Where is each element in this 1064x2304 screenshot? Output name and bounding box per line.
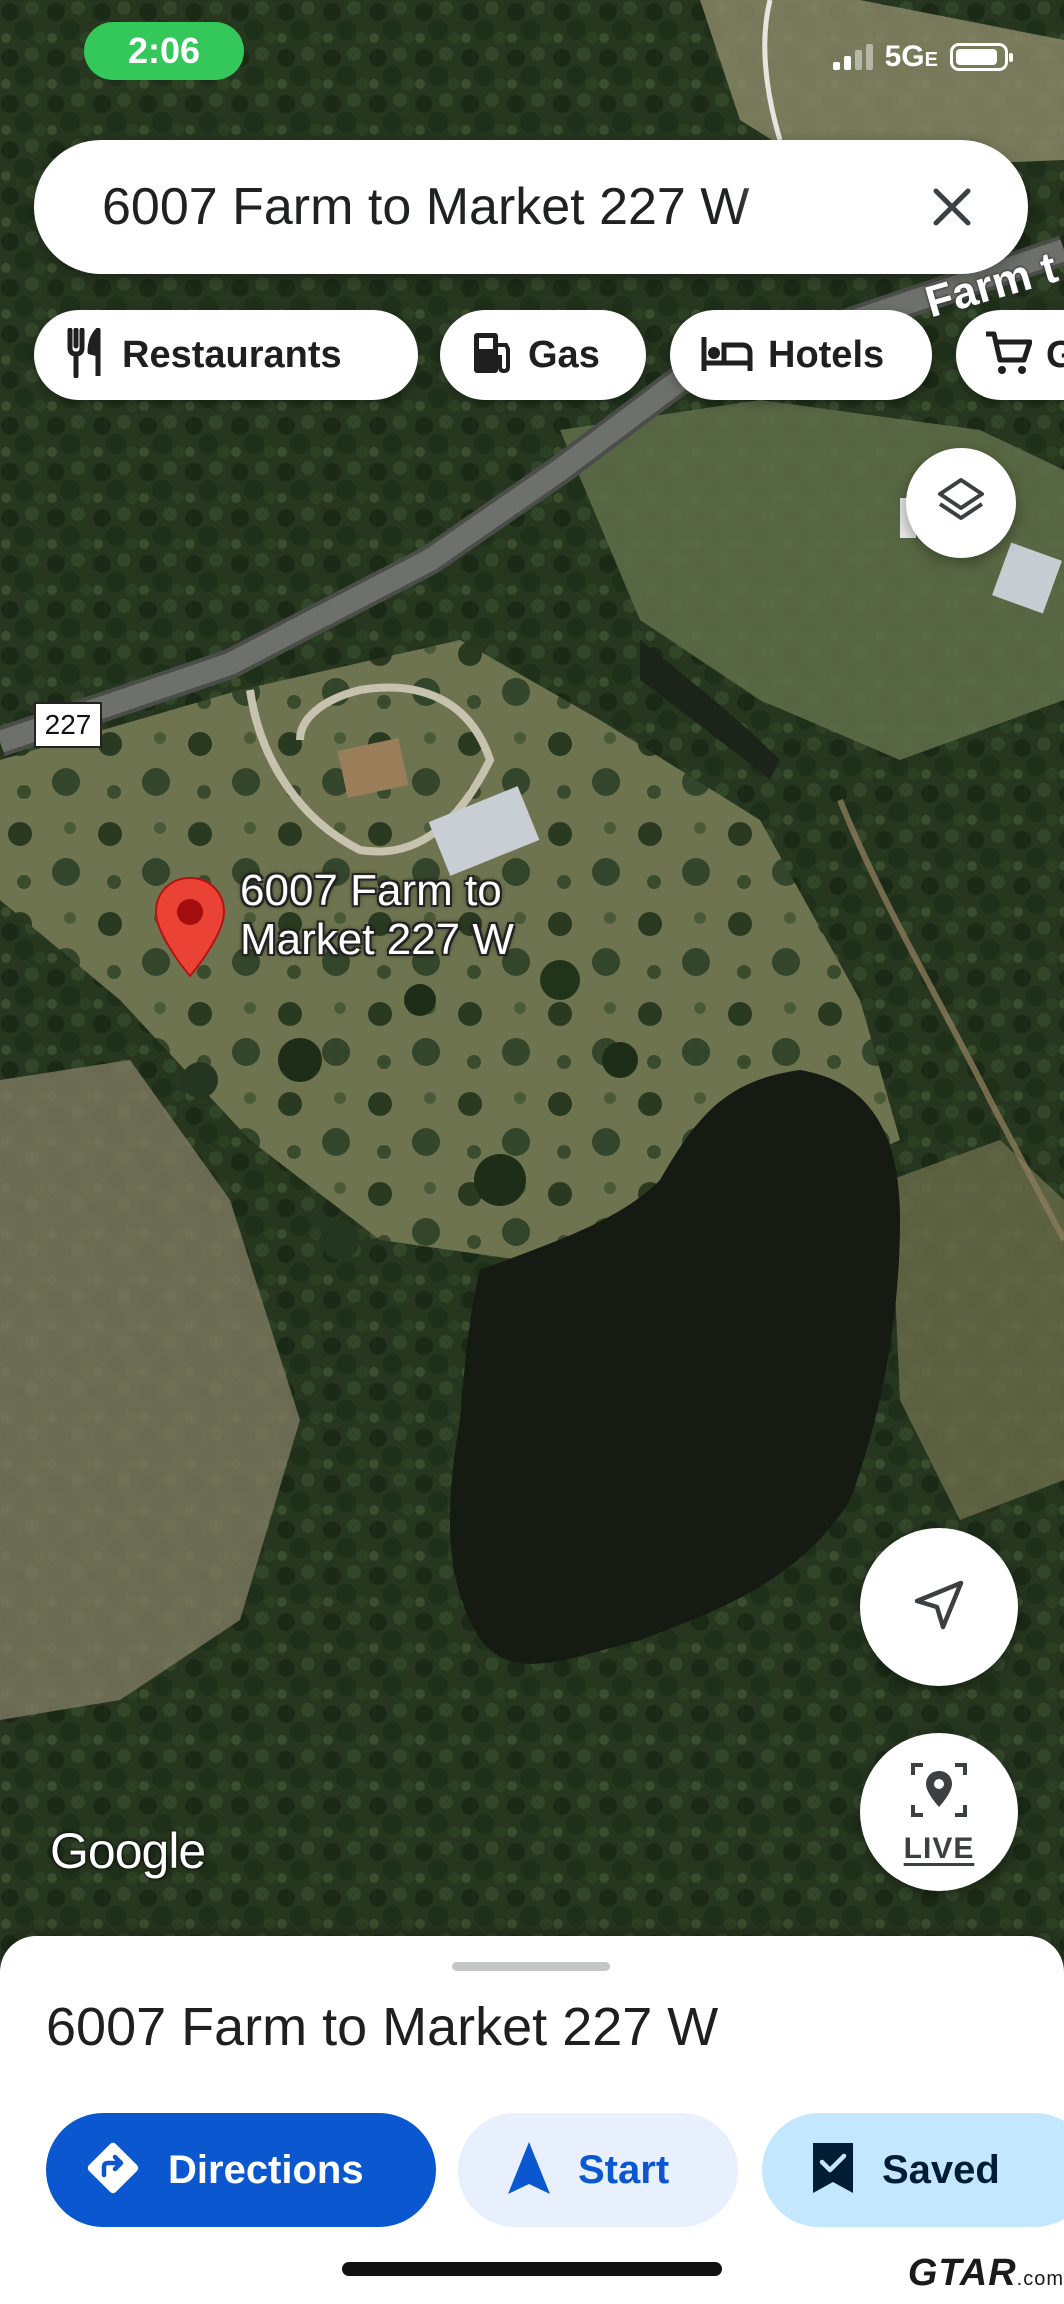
directions-icon <box>84 2139 142 2202</box>
chip-shopping-label: G <box>1046 333 1064 376</box>
chip-hotels[interactable]: Hotels <box>670 310 932 400</box>
network-type: 5GE <box>884 40 938 73</box>
location-pin-icon[interactable] <box>152 876 228 985</box>
status-bar-icons: 5GE <box>832 40 1013 74</box>
gas-station-icon <box>470 329 514 382</box>
chip-restaurants[interactable]: Restaurants <box>34 310 418 400</box>
shopping-cart-icon <box>984 330 1033 381</box>
start-label: Start <box>578 2147 670 2192</box>
search-query[interactable]: 6007 Farm to Market 227 W <box>102 177 822 237</box>
road-shield: 227 <box>34 702 102 748</box>
directions-label: Directions <box>168 2147 364 2192</box>
chip-shopping[interactable]: G <box>956 310 1064 400</box>
status-time: 2:06 <box>84 22 244 80</box>
chip-gas[interactable]: Gas <box>440 310 646 400</box>
battery-icon <box>950 43 1013 71</box>
my-location-button[interactable] <box>860 1528 1018 1686</box>
close-icon[interactable] <box>918 173 986 241</box>
search-bar[interactable]: 6007 Farm to Market 227 W <box>34 140 1028 274</box>
chip-hotels-label: Hotels <box>768 333 885 376</box>
live-view-icon <box>909 1759 969 1826</box>
google-attribution: Google <box>50 1823 206 1879</box>
start-button[interactable]: Start <box>458 2113 738 2227</box>
saved-button[interactable]: Saved <box>762 2113 1064 2227</box>
sheet-drag-handle[interactable] <box>452 1962 610 1971</box>
navigation-arrow-icon <box>506 2140 552 2201</box>
place-label[interactable]: 6007 Farm to Market 227 W <box>240 866 600 965</box>
place-bottom-sheet[interactable]: 6007 Farm to Market 227 W Directions Sta… <box>0 1936 1064 2304</box>
chip-gas-label: Gas <box>528 333 600 376</box>
layers-button[interactable] <box>906 448 1016 558</box>
watermark-logo: GTAR.com <box>907 2252 1064 2294</box>
live-label: LIVE <box>903 1831 975 1865</box>
live-view-button[interactable]: LIVE <box>860 1733 1018 1891</box>
bookmark-check-icon <box>810 2140 856 2201</box>
saved-label: Saved <box>882 2147 1000 2192</box>
restaurant-icon <box>64 327 108 383</box>
signal-icon <box>832 44 873 70</box>
chip-restaurants-label: Restaurants <box>122 333 342 376</box>
directions-button[interactable]: Directions <box>46 2113 436 2227</box>
hotel-icon <box>700 333 754 378</box>
place-title: 6007 Farm to Market 227 W <box>46 1997 719 2057</box>
home-indicator[interactable] <box>342 2262 722 2276</box>
layers-icon <box>934 474 988 533</box>
my-location-arrow-icon <box>909 1575 969 1640</box>
